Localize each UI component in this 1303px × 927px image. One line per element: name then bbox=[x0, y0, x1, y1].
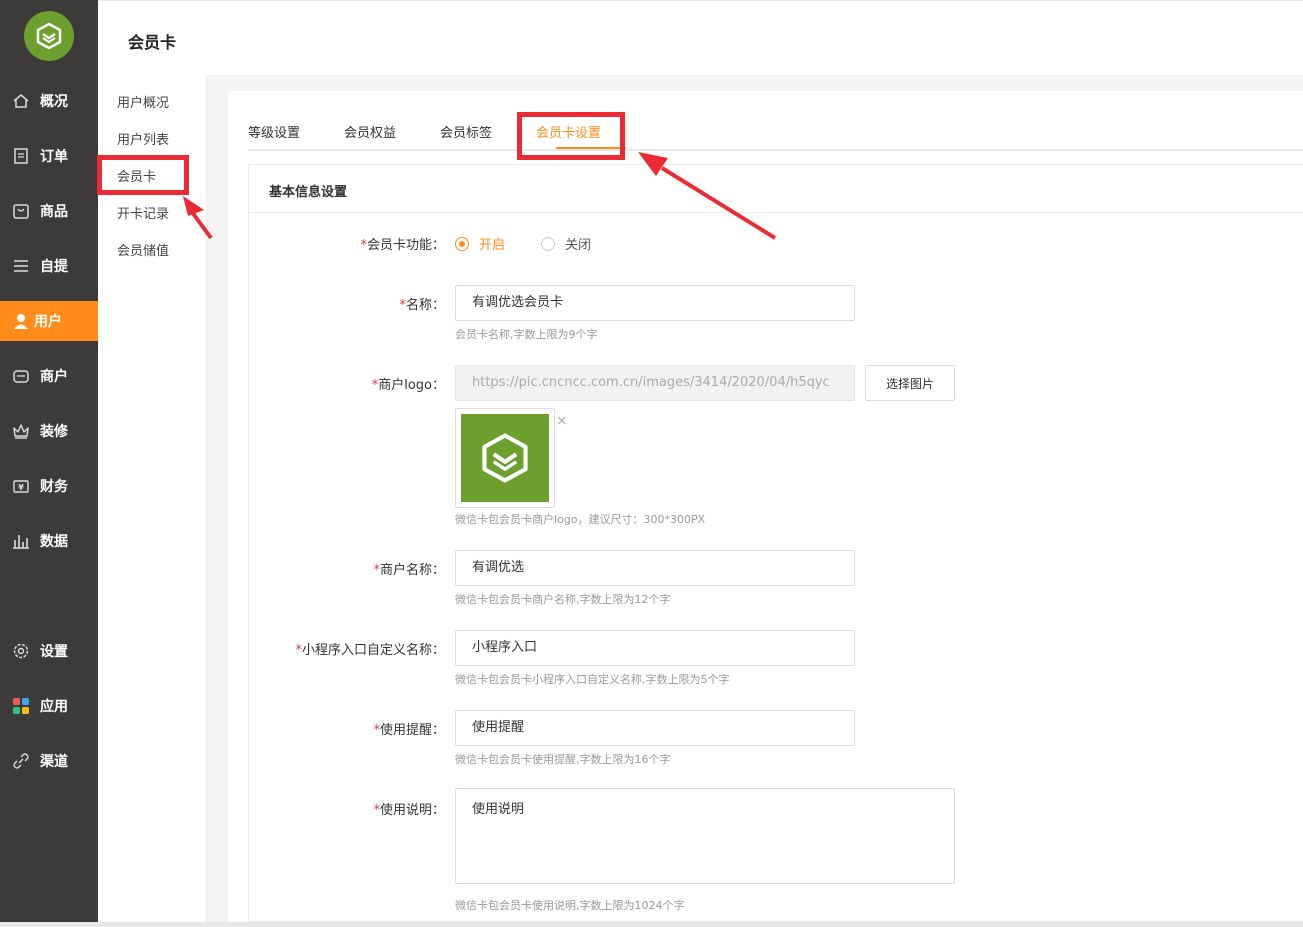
annotation-arrows bbox=[183, 152, 777, 240]
arrow-to-member-card bbox=[183, 196, 213, 240]
arrow-to-card-settings-tab bbox=[638, 152, 777, 240]
bottom-scrollbar-strip bbox=[0, 922, 1303, 927]
